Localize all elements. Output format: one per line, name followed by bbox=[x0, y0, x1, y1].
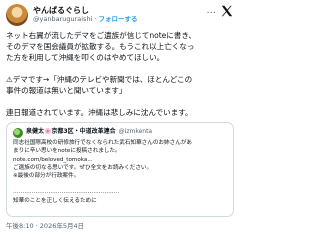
quoted-handle: @izmkenta bbox=[118, 128, 153, 136]
author-handle[interactable]: @yanbaruguraishi bbox=[33, 15, 92, 23]
handle-row: @yanbaruguraishi · フォローする bbox=[33, 14, 137, 23]
quoted-header: 泉健太🌸京都3区・中道改革連合 @izmkenta bbox=[13, 126, 227, 139]
post-header: やんばるぐらし @yanbaruguraishi · フォローする ··· bbox=[6, 2, 234, 28]
post-line: 連日報道されています。沖縄は悲しみに沈んでいます。 bbox=[6, 108, 193, 117]
author-avatar[interactable] bbox=[6, 4, 28, 26]
quoted-name: 泉健太🌸京都3区・中道改革連合 bbox=[26, 128, 116, 136]
post-card: やんばるぐらし @yanbaruguraishi · フォローする ··· ネッ… bbox=[0, 0, 240, 241]
quoted-line: ご遺族の切なる思いです。ぜひ全文をお読みください。 bbox=[13, 164, 153, 171]
post-line: ⚠デマです→「沖縄のテレビや新聞では、ほとんどこの bbox=[6, 75, 193, 84]
post-line: 事件の報道は無いと聞いています」 bbox=[6, 86, 127, 95]
post-line: そのデマを国会議員が拡散する。もうこれ以上亡くなっ bbox=[6, 42, 195, 51]
post-timestamp[interactable]: 午後8:10 · 2026年5月4日 bbox=[6, 220, 234, 230]
quoted-post[interactable]: 泉健太🌸京都3区・中道改革連合 @izmkenta 同志社国際高校の研修旅行でな… bbox=[6, 122, 234, 217]
quoted-avatar bbox=[13, 127, 23, 138]
quoted-line: ………………………………………………… bbox=[13, 189, 120, 196]
post-line: ネット右翼が流したデマをご遺族が信じてnoteに書き、 bbox=[6, 31, 196, 40]
quoted-line: ※最後の部分が行政案件。 bbox=[13, 173, 80, 180]
follow-button[interactable]: フォローする bbox=[98, 15, 137, 23]
x-logo-icon[interactable] bbox=[220, 4, 234, 18]
post-line: た方を利用して沖縄を叩くのはやめてほしい。 bbox=[6, 53, 165, 62]
quoted-line: 知華のことを正しく伝えるために bbox=[13, 197, 97, 204]
quoted-line: 同志社国際高校の研修旅行でなくなられた武石知華さんのお姉さんがあ bbox=[13, 140, 193, 146]
author-names: やんばるぐらし @yanbaruguraishi · フォローする bbox=[33, 6, 137, 23]
post-text: ネット右翼が流したデマをご遺族が信じてnoteに書き、 そのデマを国会議員が拡散… bbox=[6, 30, 234, 118]
separator: · bbox=[94, 14, 97, 23]
quoted-line: まりに辛い思いをnoteに投稿されました。 bbox=[13, 148, 121, 155]
quoted-line: note.com/beloved_tomoka... bbox=[13, 156, 93, 163]
quoted-text: 同志社国際高校の研修旅行でなくなられた武石知華さんのお姉さんがあ まりに辛い思い… bbox=[13, 139, 227, 205]
more-options-icon[interactable]: ··· bbox=[206, 8, 216, 19]
